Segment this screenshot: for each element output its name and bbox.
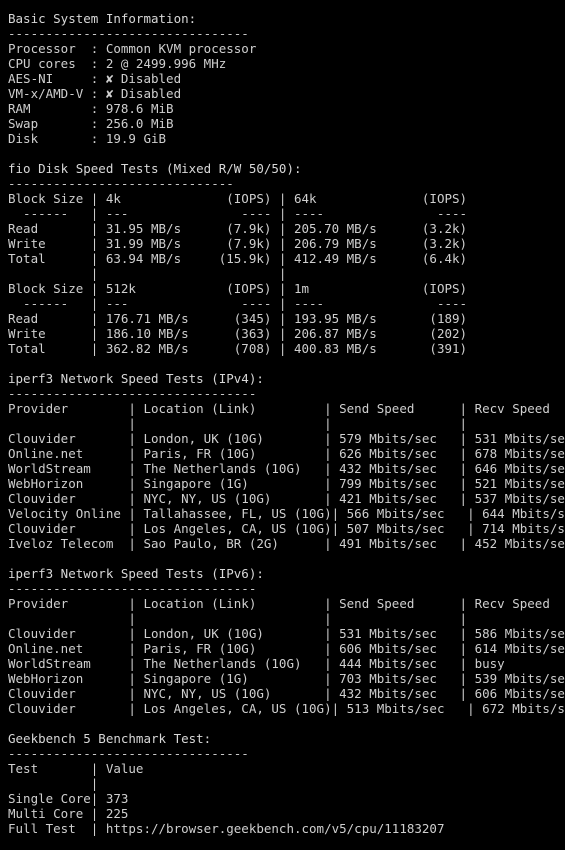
iperf-row-iperf3-ipv6-4: Clouvider | NYC, NY, US (10G) | 432 Mbit… <box>8 686 565 701</box>
section-title-basic-system-information: Basic System Information: <box>8 11 197 26</box>
sysinfo-row-cpu-cores: CPU cores : 2 @ 2499.996 MHz <box>8 56 227 71</box>
iperf-row-iperf3-ipv4-7: Iveloz Telecom | Sao Paulo, BR (2G) | 49… <box>8 536 565 551</box>
fio-row-write: Write | 186.10 MB/s (363) | 206.87 MB/s … <box>8 326 468 341</box>
section-rule-fio-disk-speed-tests: ------------------------------ <box>8 176 234 191</box>
iperf-row-iperf3-ipv4-2: WorldStream | The Netherlands (10G) | 43… <box>8 461 565 476</box>
section-rule-geekbench-5: -------------------------------- <box>8 746 249 761</box>
iperf-row-iperf3-ipv4-4: Clouvider | NYC, NY, US (10G) | 421 Mbit… <box>8 491 565 506</box>
section-gap-iperf3-ipv6 <box>8 551 565 566</box>
geekbench-row-single-core: Single Core| 373 <box>8 791 129 806</box>
section-gap-geekbench-5 <box>8 716 565 731</box>
fio-row-read: Read | 31.95 MB/s (7.9k) | 205.70 MB/s (… <box>8 221 468 236</box>
terminal-output: Basic System Information: ---------------… <box>0 0 565 850</box>
fio-header-row-0: Block Size | 4k (IOPS) | 64k (IOPS) <box>8 191 468 206</box>
iperf-separator-row-iperf3-ipv4: | | | <box>8 416 475 431</box>
fio-header-row-1: Block Size | 512k (IOPS) | 1m (IOPS) <box>8 281 468 296</box>
iperf-row-iperf3-ipv4-3: WebHorizon | Singapore (1G) | 799 Mbits/… <box>8 476 565 491</box>
sysinfo-row-vm-x-amd-v: VM-x/AMD-V : ✘ Disabled <box>8 86 182 101</box>
section-rule-iperf3-ipv6: --------------------------------- <box>8 581 257 596</box>
section-title-fio-disk-speed-tests: fio Disk Speed Tests (Mixed R/W 50/50): <box>8 161 302 176</box>
iperf-row-iperf3-ipv6-3: WebHorizon | Singapore (1G) | 703 Mbits/… <box>8 671 565 686</box>
iperf-row-iperf3-ipv6-5: Clouvider | Los Angeles, CA, US (10G)| 5… <box>8 701 565 716</box>
section-title-iperf3-ipv4: iperf3 Network Speed Tests (IPv4): <box>8 371 264 386</box>
geekbench-row-multi-core: Multi Core | 225 <box>8 806 129 821</box>
geekbench-row-full-test: Full Test | https://browser.geekbench.co… <box>8 821 445 836</box>
iperf-separator-row-iperf3-ipv6: | | | <box>8 611 475 626</box>
section-rule-basic-system-information: -------------------------------- <box>8 26 249 41</box>
fio-dash-row-0: ------ | --- ---- | ---- ---- <box>8 206 468 221</box>
iperf-row-iperf3-ipv4-1: Online.net | Paris, FR (10G) | 626 Mbits… <box>8 446 565 461</box>
fio-dash-row-1: ------ | --- ---- | ---- ---- <box>8 296 468 311</box>
fio-row-total: Total | 63.94 MB/s (15.9k) | 412.49 MB/s… <box>8 251 468 266</box>
sysinfo-row-aes-ni: AES-NI : ✘ Disabled <box>8 71 182 86</box>
section-gap-iperf3-ipv4 <box>8 356 565 371</box>
sysinfo-row-ram: RAM : 978.6 MiB <box>8 101 174 116</box>
geekbench-header-row: Test | Value <box>8 761 144 776</box>
fio-row-write: Write | 31.99 MB/s (7.9k) | 206.79 MB/s … <box>8 236 468 251</box>
fio-row-read: Read | 176.71 MB/s (345) | 193.95 MB/s (… <box>8 311 468 326</box>
iperf-row-iperf3-ipv6-0: Clouvider | London, UK (10G) | 531 Mbits… <box>8 626 565 641</box>
iperf-row-iperf3-ipv6-2: WorldStream | The Netherlands (10G) | 44… <box>8 656 505 671</box>
section-rule-iperf3-ipv4: --------------------------------- <box>8 386 257 401</box>
fio-row-total: Total | 362.82 MB/s (708) | 400.83 MB/s … <box>8 341 468 356</box>
iperf-row-iperf3-ipv6-1: Online.net | Paris, FR (10G) | 606 Mbits… <box>8 641 565 656</box>
sysinfo-row-swap: Swap : 256.0 MiB <box>8 116 174 131</box>
iperf-row-iperf3-ipv4-5: Velocity Online | Tallahassee, FL, US (1… <box>8 506 565 521</box>
section-title-geekbench-5: Geekbench 5 Benchmark Test: <box>8 731 212 746</box>
section-title-iperf3-ipv6: iperf3 Network Speed Tests (IPv6): <box>8 566 264 581</box>
iperf-header-row-iperf3-ipv6: Provider | Location (Link) | Send Speed … <box>8 596 550 611</box>
section-gap-fio-disk-speed-tests <box>8 146 565 161</box>
iperf-row-iperf3-ipv4-0: Clouvider | London, UK (10G) | 579 Mbits… <box>8 431 565 446</box>
sysinfo-row-disk: Disk : 19.9 GiB <box>8 131 167 146</box>
fio-spacer-row: | | <box>8 266 468 281</box>
iperf-row-iperf3-ipv4-6: Clouvider | Los Angeles, CA, US (10G)| 5… <box>8 521 565 536</box>
iperf-header-row-iperf3-ipv4: Provider | Location (Link) | Send Speed … <box>8 401 550 416</box>
sysinfo-row-processor: Processor : Common KVM processor <box>8 41 257 56</box>
geekbench-separator-row: | <box>8 776 99 791</box>
